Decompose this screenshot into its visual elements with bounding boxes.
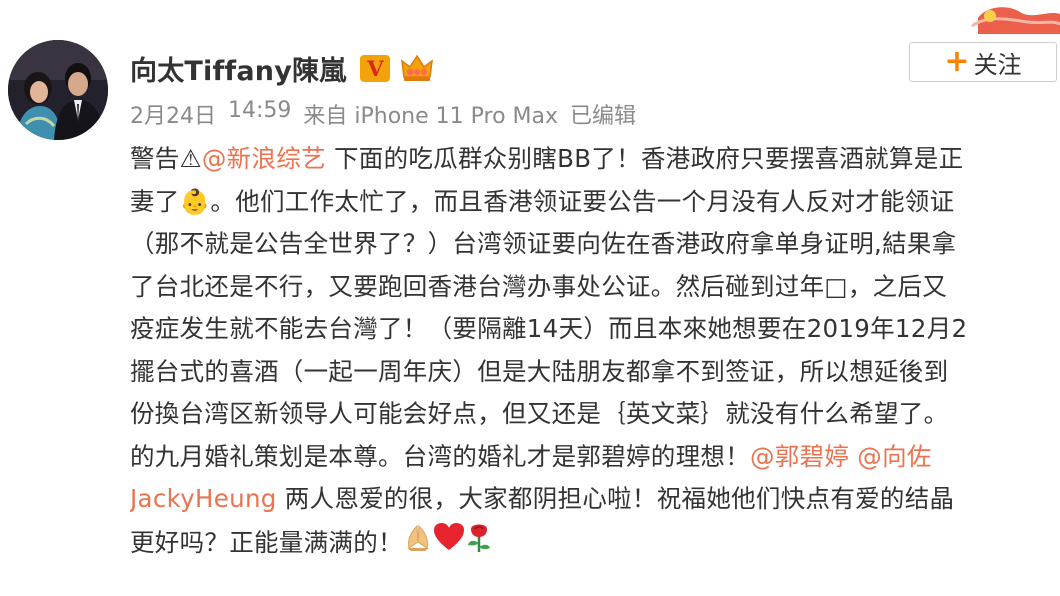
post-meta: 2月24日 14:59 来自 iPhone 11 Pro Max 已编辑	[130, 98, 648, 130]
mention-link[interactable]: JackyHeung	[130, 484, 277, 513]
post-text-segment: 警告⚠	[130, 144, 202, 173]
post-line: 擺台式的喜酒（一起一周年庆）但是大陆朋友都拿不到签证，所以想延後到	[130, 351, 1060, 394]
heart-icon	[433, 522, 465, 566]
post-text-segment: （那不就是公告全世界了？）台湾领证要向佐在香港政府拿单身证明,結果拿	[130, 229, 957, 258]
post-text-segment: 两人恩爱的很，大家都阴担心啦！祝福她他们快点有爱的结晶	[276, 484, 955, 513]
mention-link[interactable]: @向佐	[857, 442, 931, 471]
verified-badge-icon: V	[360, 54, 391, 82]
mention-link[interactable]: @郭碧婷	[750, 442, 849, 471]
post-line: 更好吗？正能量满满的！	[130, 521, 1060, 564]
promo-banner-icon	[971, 7, 1060, 34]
post-line: 份換台湾区新领导人可能会好点，但又还是｛英文菜｝就没有什么希望了。	[130, 393, 1060, 436]
follow-label: 关注	[973, 50, 1022, 79]
post-line: JackyHeung 两人恩爱的很，大家都阴担心啦！祝福她他们快点有爱的结晶	[130, 478, 1060, 521]
avatar[interactable]	[8, 40, 108, 140]
praying-hands-icon	[403, 522, 433, 566]
post-text-segment: 擺台式的喜酒（一起一周年庆）但是大陆朋友都拿不到签证，所以想延後到	[130, 356, 949, 386]
post-time[interactable]: 14:59	[228, 98, 291, 130]
username[interactable]: 向太Tiffany陳嵐	[130, 49, 346, 88]
post-line: 的九月婚礼策划是本尊。台湾的婚礼才是郭碧婷的理想！@郭碧婷 @向佐	[130, 436, 1060, 479]
author-row: 向太Tiffany陳嵐 V	[130, 48, 434, 88]
edited-label[interactable]: 已编辑	[570, 98, 636, 130]
post-line: 了台北还是不行，又要跑回香港台灣办事处公证。然后碰到过年□，之后又	[130, 266, 1060, 309]
post-line: 疫症发生就不能去台灣了！（要隔離14天）而且本來她想要在2019年12月2	[130, 308, 1060, 351]
rose-icon	[465, 521, 493, 567]
post-line: （那不就是公告全世界了？）台湾领证要向佐在香港政府拿单身证明,結果拿	[130, 223, 1060, 266]
post-text-segment: 份換台湾区新领导人可能会好点，但又还是｛英文菜｝就没有什么希望了。	[130, 399, 949, 428]
plus-icon: +	[944, 44, 970, 79]
post-text-segment: 疫症发生就不能去台灣了！（要隔離14天）而且本來她想要在2019年12月2	[130, 314, 968, 343]
follow-button[interactable]: + 关注	[909, 42, 1057, 82]
post-line: 警告⚠@新浪综艺 下面的吃瓜群众别瞎BB了！香港政府只要摆喜酒就算是正	[130, 138, 1060, 181]
post-text-segment: 的九月婚礼策划是本尊。台湾的婚礼才是郭碧婷的理想！	[130, 441, 750, 471]
post-text-segment: 下面的吃瓜群众别瞎BB了！香港政府只要摆喜酒就算是正	[325, 144, 964, 173]
post-text: 警告⚠@新浪综艺 下面的吃瓜群众别瞎BB了！香港政府只要摆喜酒就算是正妻了👶。他…	[130, 138, 1060, 596]
post-source: 来自 iPhone 11 Pro Max	[303, 104, 559, 129]
avatar-photo-icon	[8, 40, 108, 140]
crown-icon	[400, 53, 434, 83]
post-text-segment: 妻了👶。他们工作太忙了，而且香港领证要公告一个月没有人反对才能领证	[130, 186, 955, 216]
post-text-segment: 更好吗？正能量满满的！	[130, 527, 403, 557]
post-line: 妻了👶。他们工作太忙了，而且香港领证要公告一个月没有人反对才能领证	[130, 181, 1060, 224]
post-text-segment: 了台北还是不行，又要跑回香港台灣办事处公证。然后碰到过年□，之后又	[130, 271, 948, 301]
post-date[interactable]: 2月24日	[130, 98, 216, 130]
mention-link[interactable]: @新浪综艺	[202, 144, 326, 173]
